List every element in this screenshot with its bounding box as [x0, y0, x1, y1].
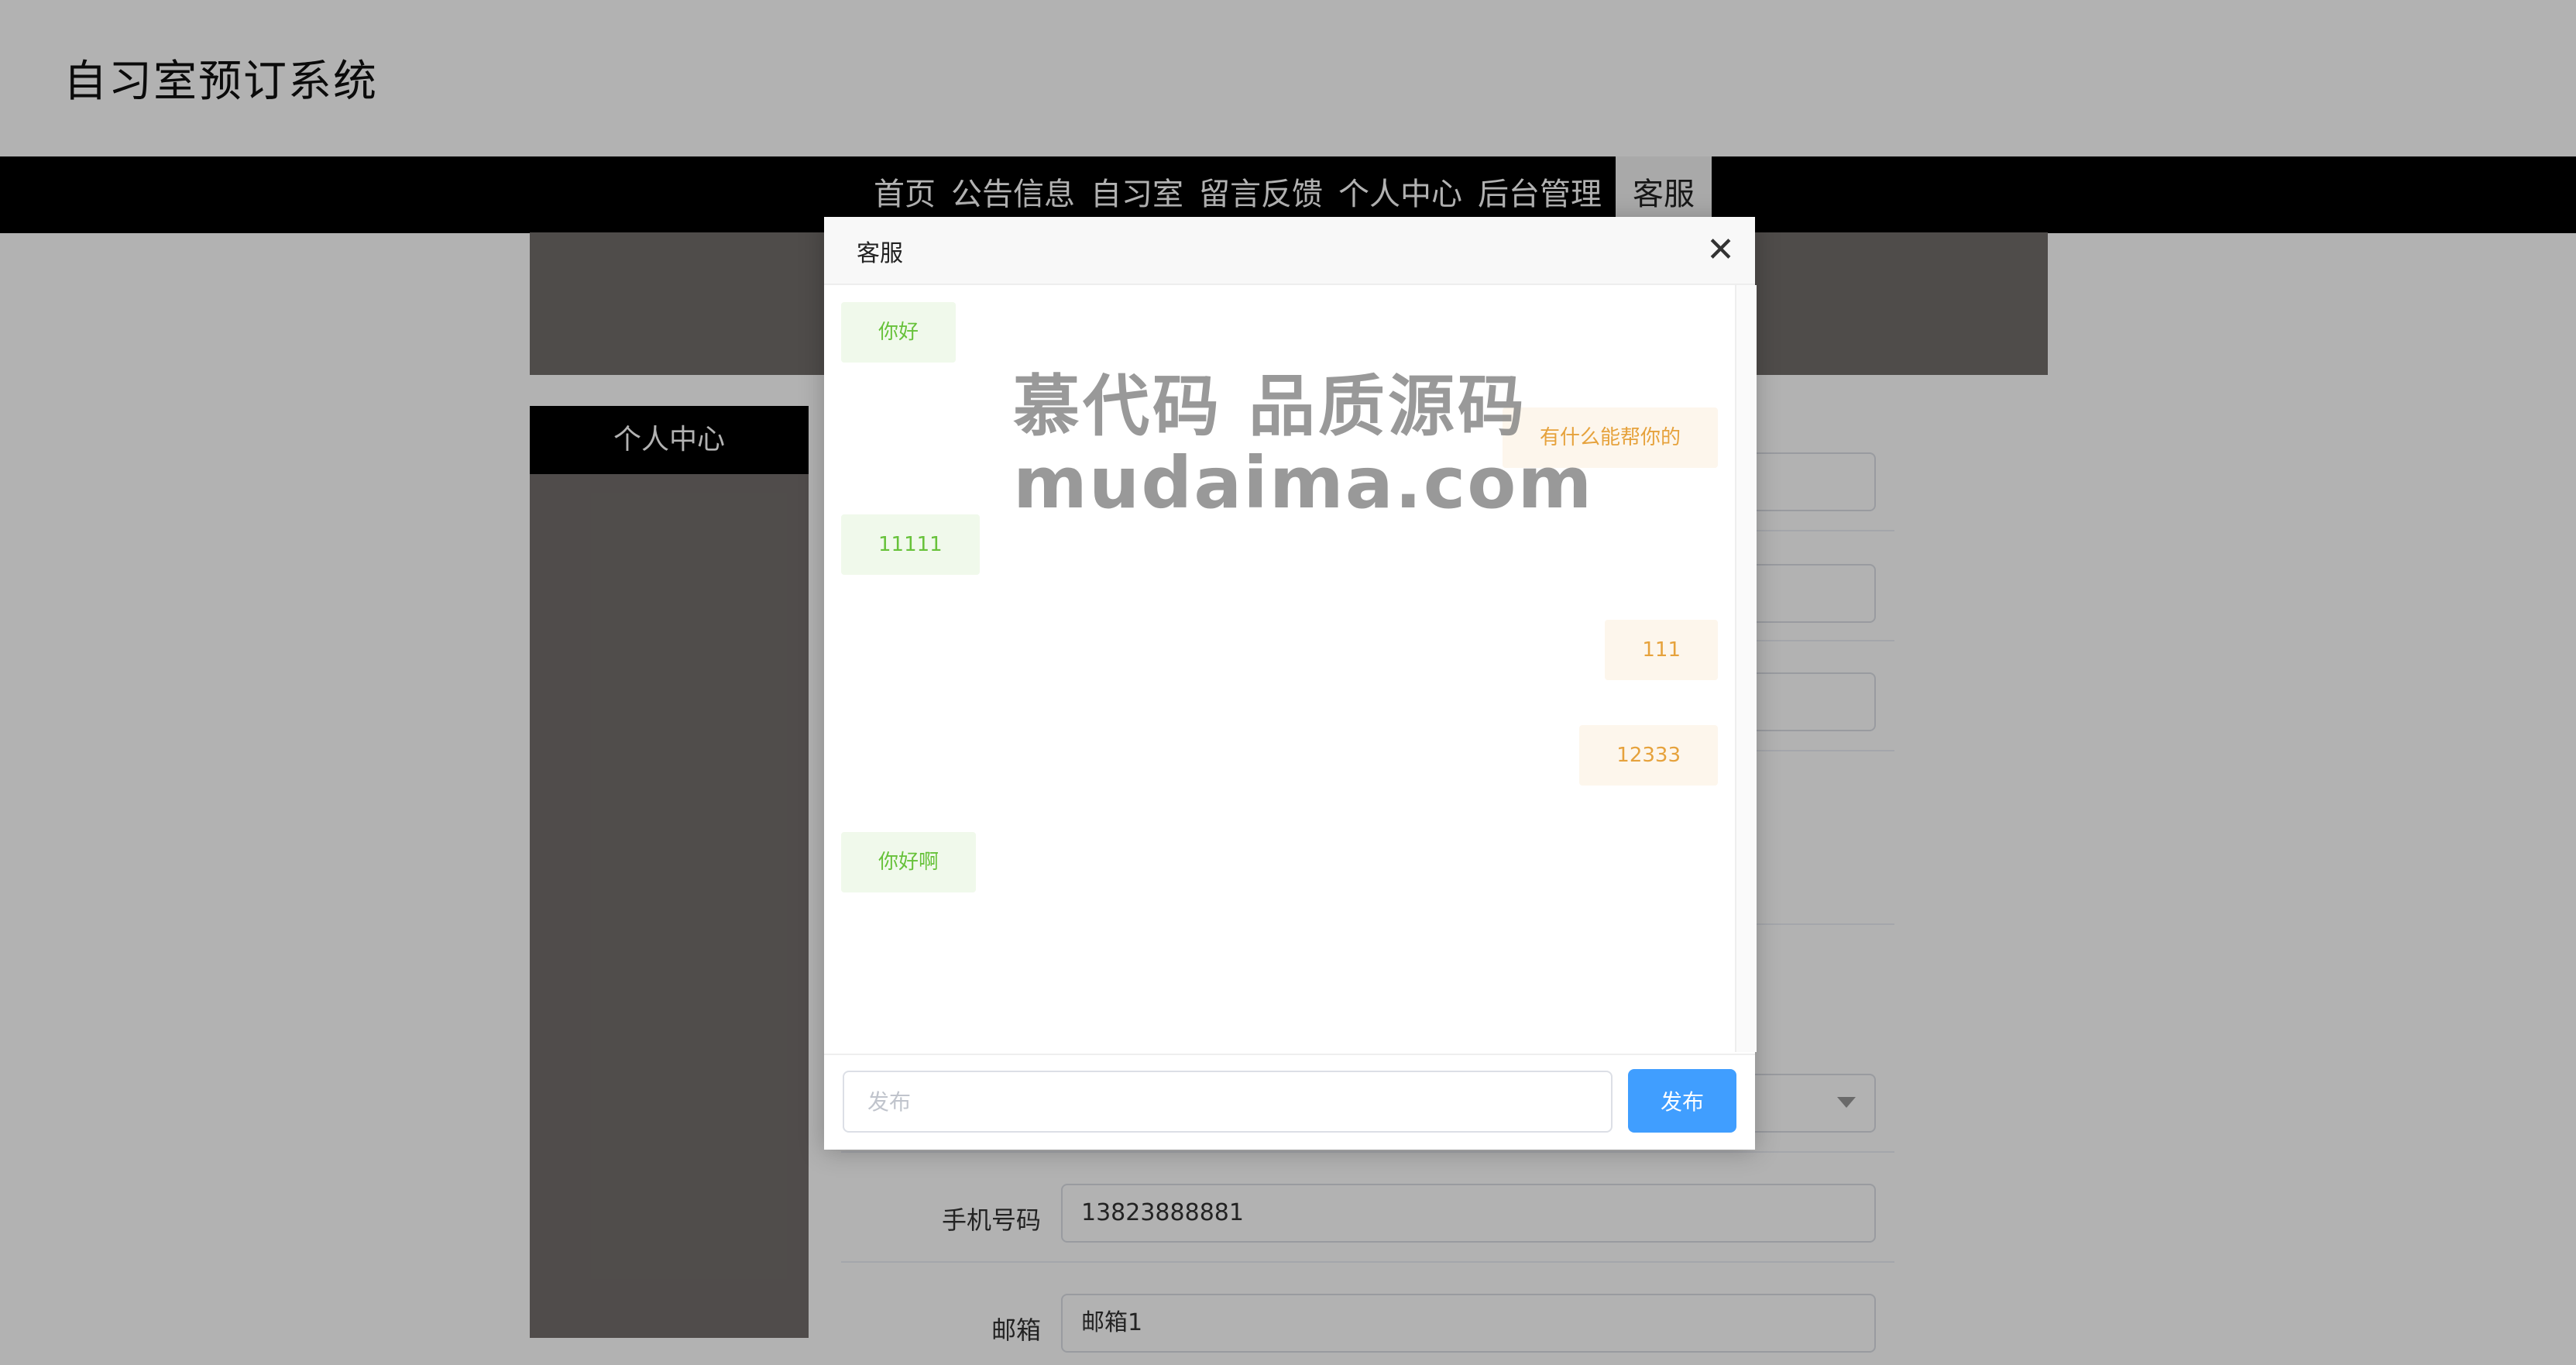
dialog-title: 客服	[857, 240, 903, 267]
chat-message-received: 你好啊	[841, 832, 977, 892]
chat-input-bar: 发布	[824, 1054, 1755, 1150]
customer-service-dialog: 客服 ✕ 你好 有什么能帮你的 11111 111 12333 你好啊 发布	[824, 217, 1757, 1150]
chat-message-sent: 111	[1605, 620, 1718, 680]
chat-message-sent: 12333	[1579, 725, 1718, 786]
close-icon[interactable]: ✕	[1706, 231, 1735, 270]
chat-scrollbar[interactable]	[1735, 285, 1757, 1052]
dialog-header: 客服 ✕	[824, 217, 1755, 285]
chat-message-received: 你好	[841, 302, 957, 363]
watermark-line-1: 慕代码 品质源码	[1013, 368, 1527, 445]
send-button[interactable]: 发布	[1628, 1069, 1736, 1133]
chat-message-input[interactable]	[843, 1071, 1613, 1133]
watermark-line-2: mudaima.com	[1013, 441, 1594, 524]
watermark: 慕代码 品质源码 mudaima.com	[1013, 370, 1593, 522]
chat-message-received: 11111	[841, 514, 980, 575]
